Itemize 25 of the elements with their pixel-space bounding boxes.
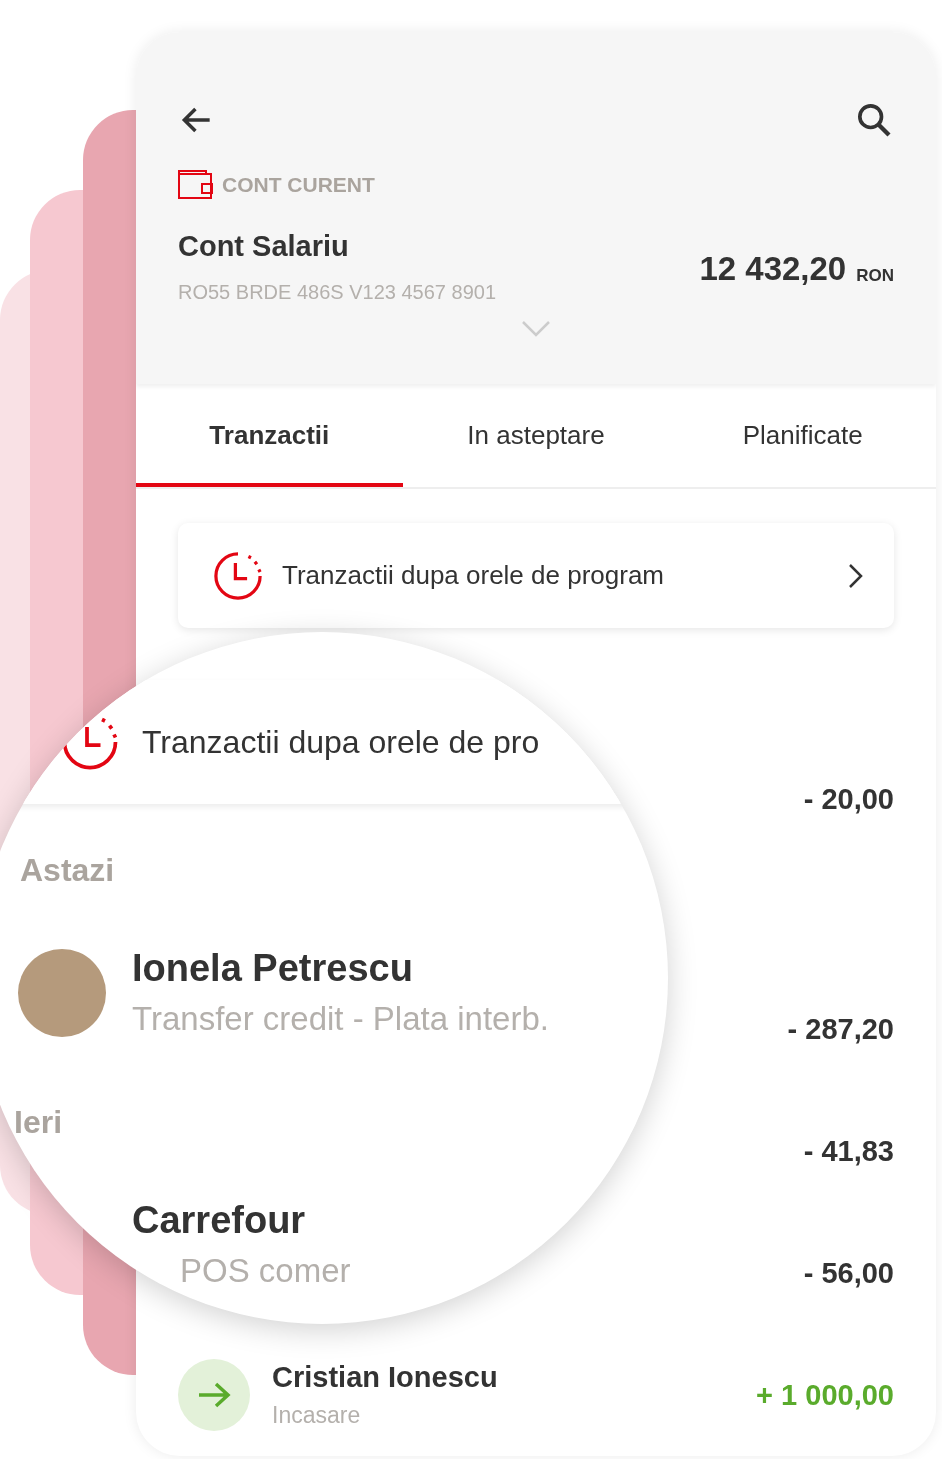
tab[interactable]: Tranzactii: [136, 388, 403, 488]
transaction-amount: - 41,83: [803, 1134, 894, 1168]
transaction-subtitle: Incasare: [272, 1402, 362, 1429]
after-hours-banner[interactable]: Tranzactii dupa orele de program: [178, 523, 894, 628]
transaction-subtitle: Transfer credit - Plata interb.: [132, 1000, 549, 1038]
balance-amount: 12 432,20: [699, 250, 847, 288]
chevron-right-icon: [848, 562, 864, 589]
banner-text: Tranzactii dupa orele de program: [282, 560, 665, 592]
currency-label: RON: [856, 266, 894, 286]
transaction-name: Carrefour: [132, 1199, 307, 1242]
transaction-amount: + 1 000,00: [756, 1378, 894, 1412]
magnified-banner-text: Tranzactii dupa orele de pro: [142, 723, 540, 761]
transaction-name: Cristian Ionescu: [272, 1361, 498, 1394]
transaction-amount: - 56,00: [803, 1256, 894, 1290]
account-type-label: CONT CURENT: [222, 173, 375, 197]
transaction-amount: - 20,00: [803, 782, 894, 816]
iban-text: RO55 BRDE 486S V123 4567 8901: [178, 281, 496, 304]
wallet-icon: [178, 170, 214, 200]
transaction-amount: - 287,20: [787, 1012, 894, 1046]
clock-icon: [212, 549, 264, 602]
date-section-title: Astazi: [20, 852, 115, 889]
transaction-name: Ionela Petrescu: [132, 947, 414, 990]
transaction-subtitle: POS comer: [179, 1252, 351, 1290]
date-section-title: Ieri: [14, 1104, 63, 1141]
account-name: Cont Salariu: [178, 230, 350, 263]
